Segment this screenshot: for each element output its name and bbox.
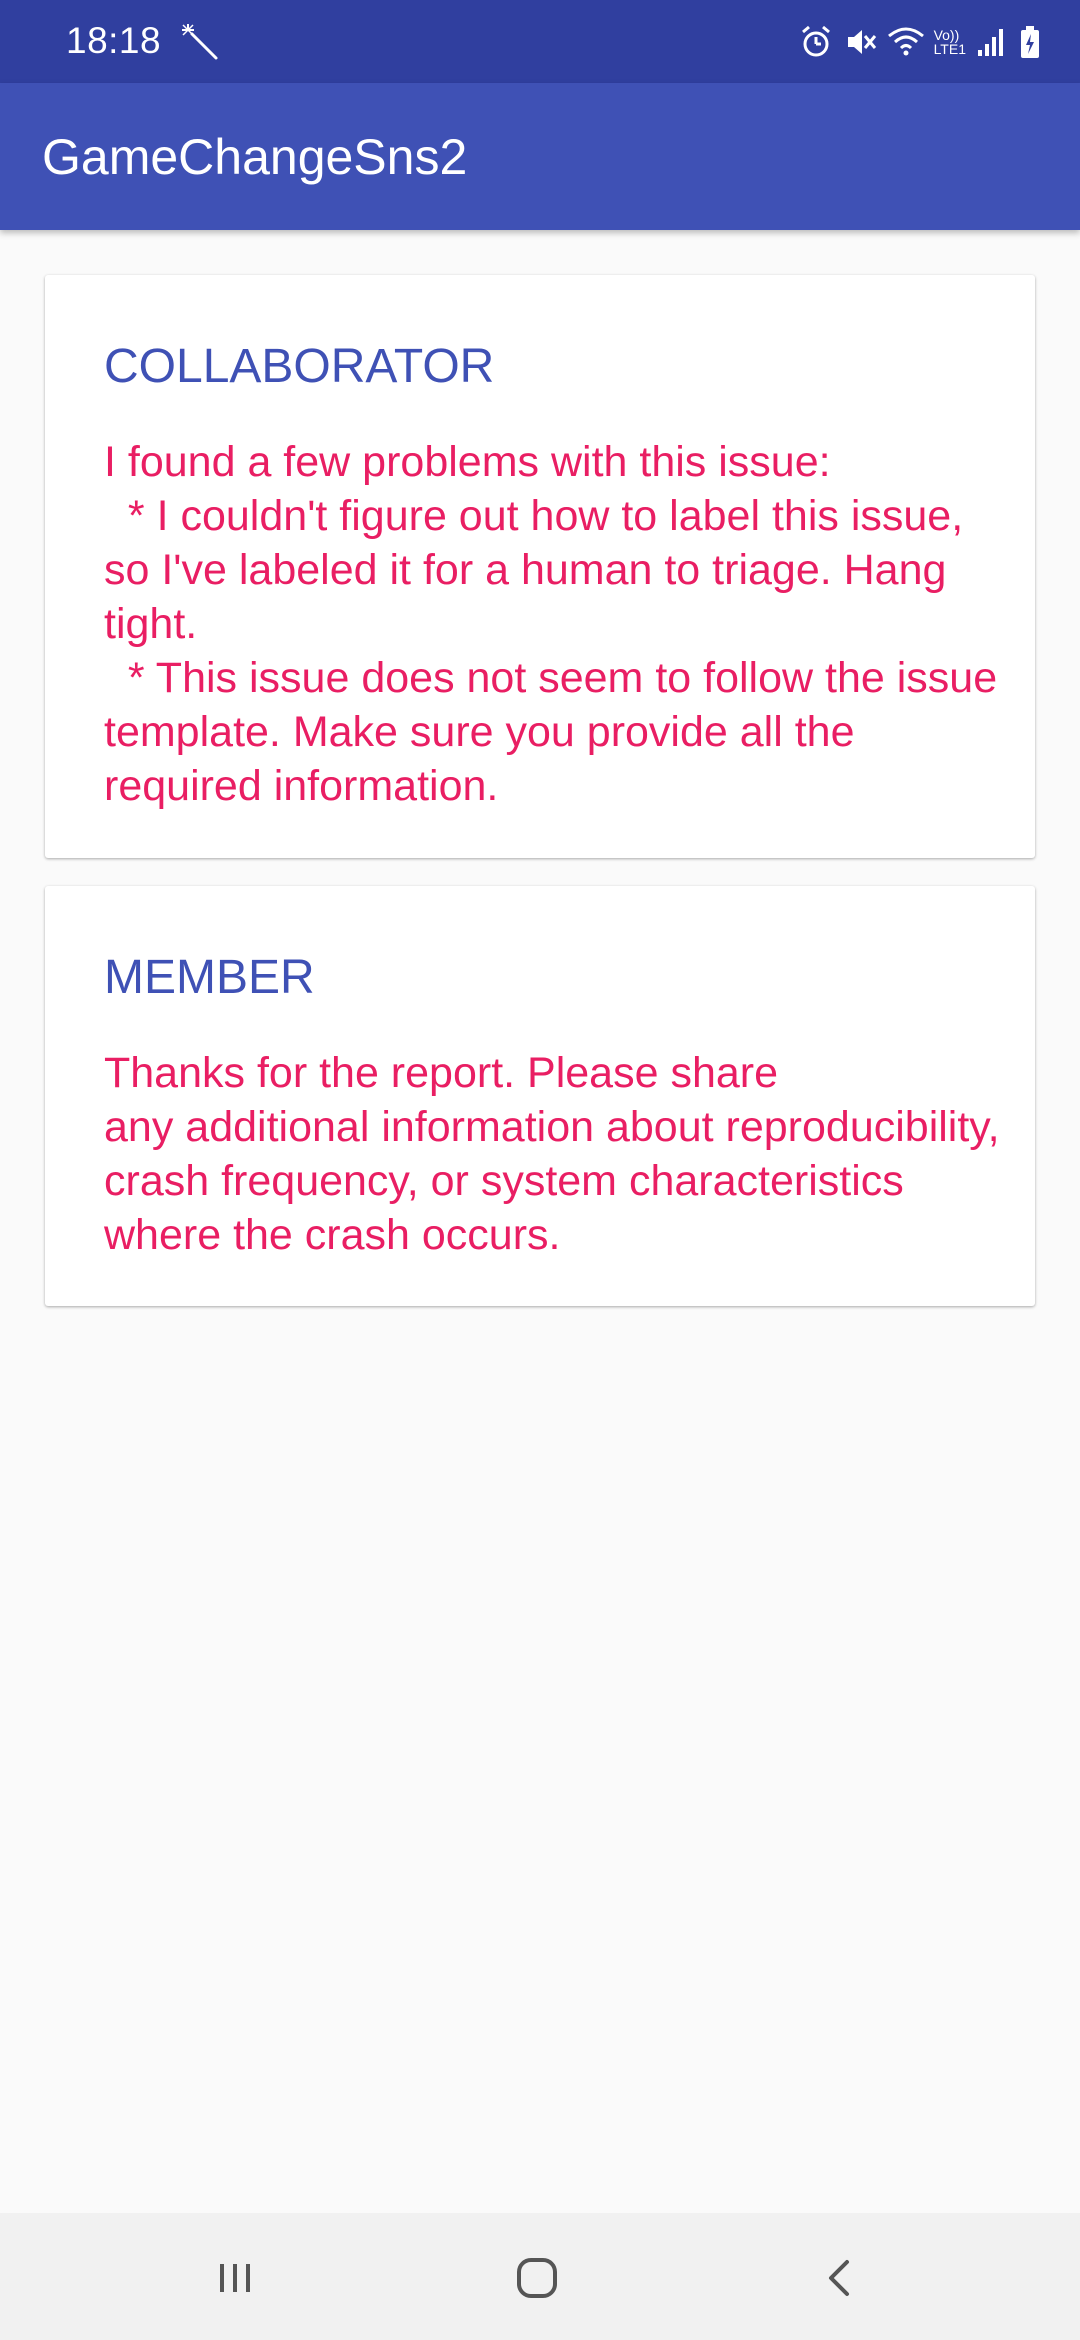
navigation-bar — [0, 2213, 1080, 2340]
back-icon — [829, 2260, 849, 2296]
home-button[interactable] — [502, 2243, 572, 2313]
app-bar: GameChangeSns2 — [0, 83, 1080, 230]
recents-button[interactable] — [200, 2243, 270, 2313]
comment-body: Thanks for the report. Please share any … — [104, 1049, 1000, 1259]
comment-author-role: MEMBER — [104, 951, 315, 1004]
comment-body: I found a few problems with this issue: … — [104, 438, 998, 810]
home-icon — [517, 2258, 557, 2298]
comment-card[interactable]: COLLABORATOR I found a few problems with… — [45, 275, 1035, 858]
status-time: 18:18 — [66, 20, 162, 61]
battery-icon — [1018, 24, 1042, 60]
page-title: GameChangeSns2 — [42, 129, 468, 185]
wand-icon — [180, 22, 220, 62]
network-label: Vo)) LTE1 — [934, 28, 966, 56]
back-button[interactable] — [806, 2243, 876, 2313]
signal-icon — [974, 24, 1010, 60]
alarm-icon — [798, 24, 834, 60]
comment-card[interactable]: MEMBER Thanks for the report. Please sha… — [45, 886, 1035, 1306]
status-bar: 18:18 Vo)) LTE1 — [0, 0, 1080, 83]
network-label-top: Vo)) — [933, 27, 960, 43]
mute-icon — [842, 24, 878, 60]
wifi-icon — [886, 24, 926, 60]
comment-author-role: COLLABORATOR — [104, 340, 495, 393]
status-icons: Vo)) LTE1 — [798, 22, 1042, 62]
recents-icon — [220, 2264, 250, 2292]
network-label-bottom: LTE1 — [933, 41, 966, 57]
